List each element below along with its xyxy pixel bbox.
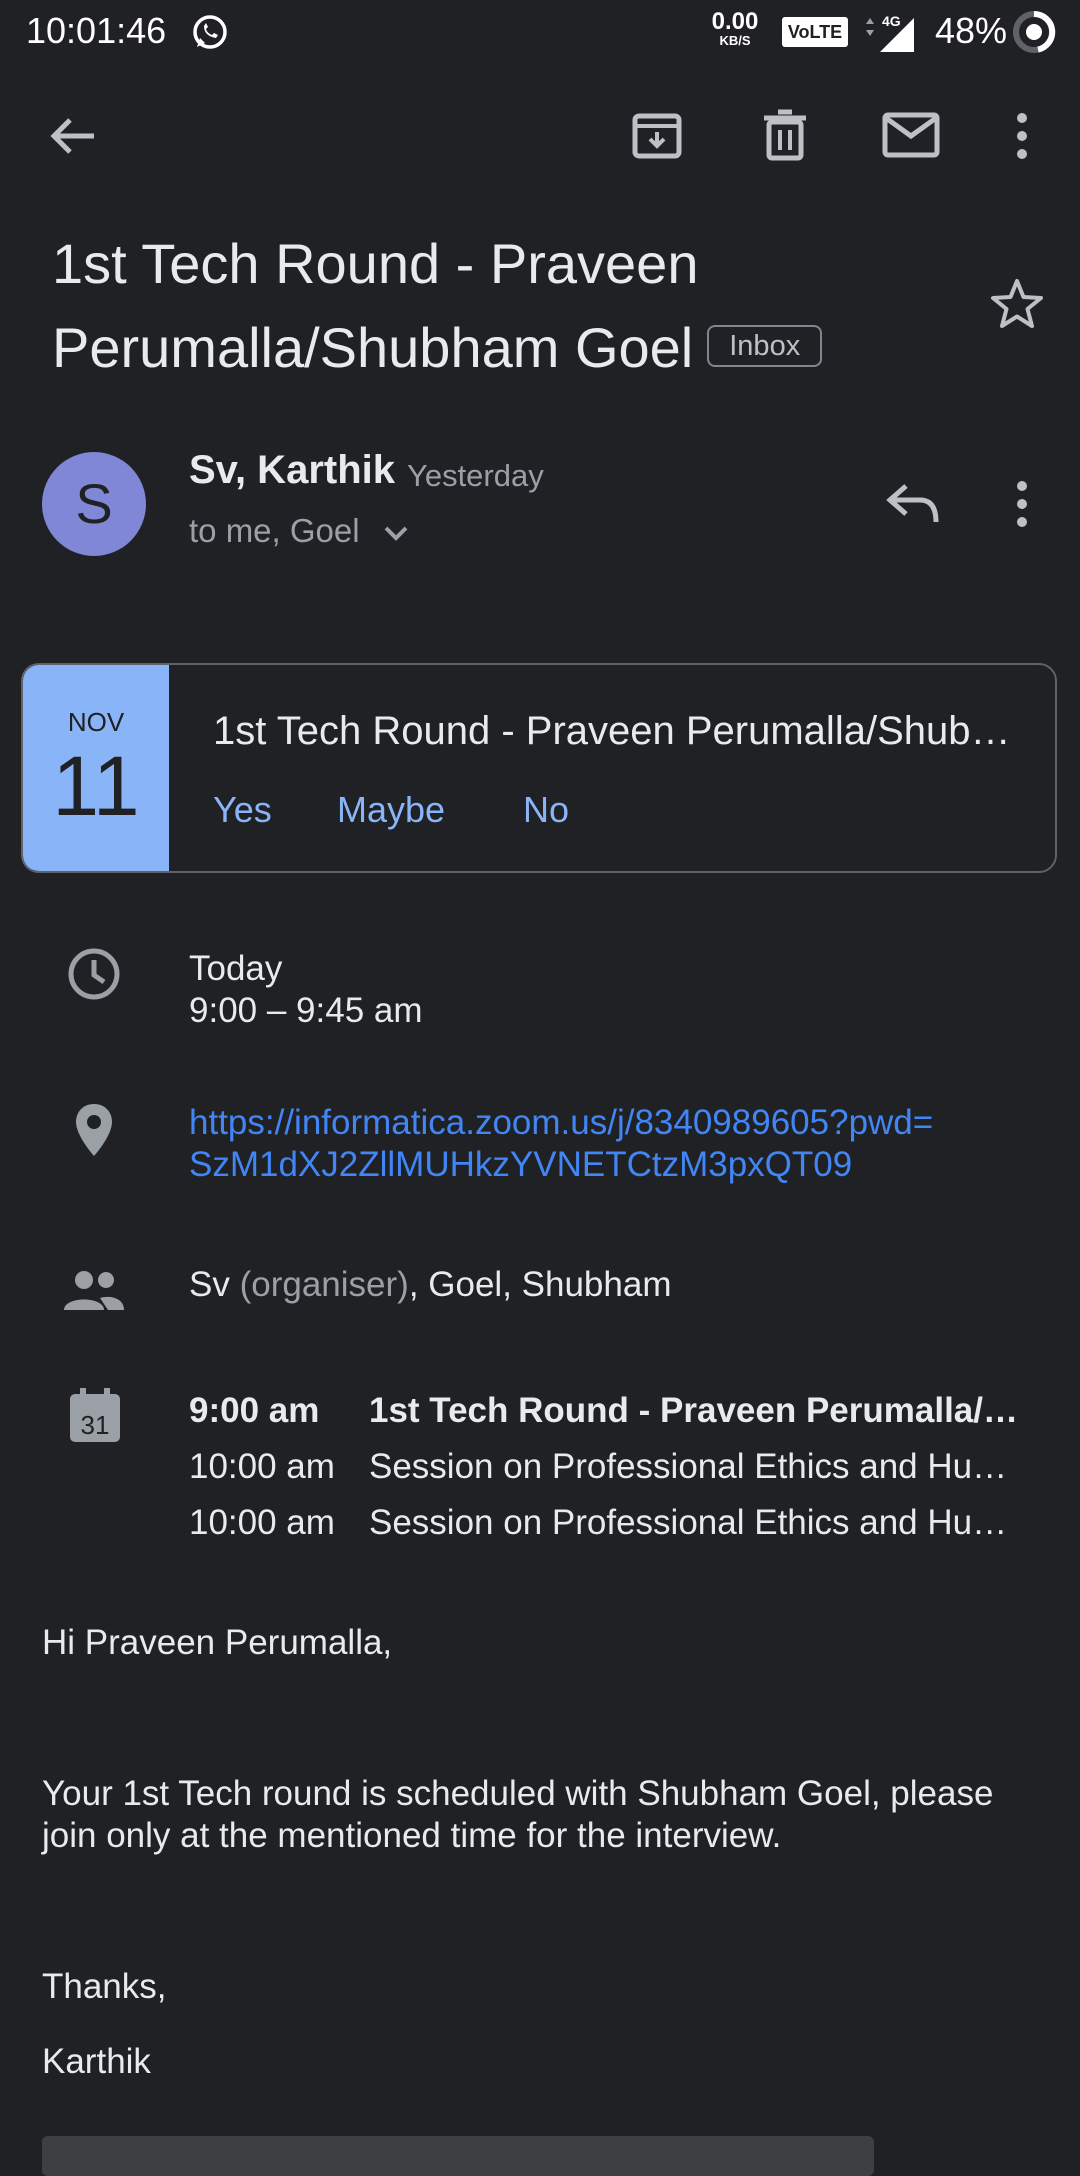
invite-title: 1st Tech Round - Praveen Perumalla/Shubh… [213,709,1023,753]
more-vert-icon[interactable] [1010,112,1034,160]
email-date: Yesterday [407,458,544,493]
rsvp-no-button[interactable]: No [523,789,569,831]
meeting-link-line-1: https://informatica.zoom.us/j/8340989605… [189,1103,934,1142]
inbox-label-chip[interactable]: Inbox [707,325,823,368]
arrow-back-icon[interactable] [44,112,100,160]
email-closing: Thanks, [42,1967,167,2006]
star-icon[interactable] [990,278,1044,330]
guest-list: Sv (organiser), Goel, Shubham [189,1264,671,1306]
agenda-title: Session on Professional Ethics and Human… [369,1503,1023,1542]
agenda-row[interactable]: 9:00 am 1st Tech Round - Praveen Perumall… [189,1390,1029,1432]
calendar-icon-day: 31 [81,1410,110,1440]
email-subject: 1st Tech Round - Praveen Perumalla/Shubh… [52,222,952,390]
meeting-link[interactable]: https://informatica.zoom.us/j/8340989605… [189,1102,1049,1186]
battery-percent: 48% [935,10,1008,51]
organiser-role: (organiser) [239,1265,409,1304]
agenda-time: 10:00 am [189,1503,335,1542]
agenda-title: Session on Professional Ethics and Human… [369,1447,1023,1486]
agenda-row[interactable]: 10:00 am Session on Professional Ethics a… [189,1446,1029,1488]
rsvp-yes-button[interactable]: Yes [213,789,272,831]
network-speed: 0.00 KB/S [711,8,759,48]
battery-icon [1012,10,1056,54]
email-paragraph: Your 1st Tech round is scheduled with Sh… [42,1774,994,1855]
agenda-time: 10:00 am [189,1447,335,1486]
more-vert-icon[interactable] [1010,480,1034,528]
location-pin-icon [74,1102,114,1158]
calendar-invite-card[interactable]: NOV 11 1st Tech Round - Praveen Perumall… [21,663,1057,873]
reply-icon[interactable] [886,480,942,526]
subject-text: 1st Tech Round - Praveen Perumalla/Shubh… [52,232,699,379]
whatsapp-icon [190,12,230,52]
recipients-text: to me, Goel [189,512,360,549]
invite-date-block: NOV 11 [23,665,169,871]
mail-icon[interactable] [882,112,940,158]
network-type-label: 4G [882,13,901,29]
invite-month: NOV [67,707,125,737]
organiser-name: Sv [189,1265,230,1304]
email-greeting: Hi Praveen Perumalla, [42,1623,393,1662]
volte-badge: VoLTE [782,17,848,47]
signal-icon: 4G [858,10,918,52]
recipients[interactable]: to me, Goel [189,512,409,550]
agenda-time: 9:00 am [189,1391,320,1430]
rsvp-maybe-button[interactable]: Maybe [337,789,445,831]
meeting-link-line-2: SzM1dXJ2ZllMUHkzYVNETCtzM3pxQT09 [189,1145,853,1184]
calendar-icon: 31 [68,1388,122,1444]
archive-icon[interactable] [630,108,684,162]
people-icon [62,1268,126,1312]
invite-day: 11 [52,739,140,833]
agenda-row[interactable]: 10:00 am Session on Professional Ethics a… [189,1502,1029,1544]
status-time: 10:01:46 [26,10,167,51]
avatar[interactable]: S [42,452,146,556]
clock-icon [66,946,122,1002]
event-time: 9:00 – 9:45 am [189,991,423,1030]
agenda-title: 1st Tech Round - Praveen Perumalla/Shubh… [369,1391,1023,1430]
event-day: Today [189,949,283,988]
delete-icon[interactable] [760,108,810,162]
email-signature: Karthik [42,2042,151,2081]
bottom-bar [42,2136,874,2176]
sender-name: Sv, Karthik [189,448,395,492]
other-guests: , Goel, Shubham [408,1265,672,1304]
chevron-down-icon [383,525,409,542]
